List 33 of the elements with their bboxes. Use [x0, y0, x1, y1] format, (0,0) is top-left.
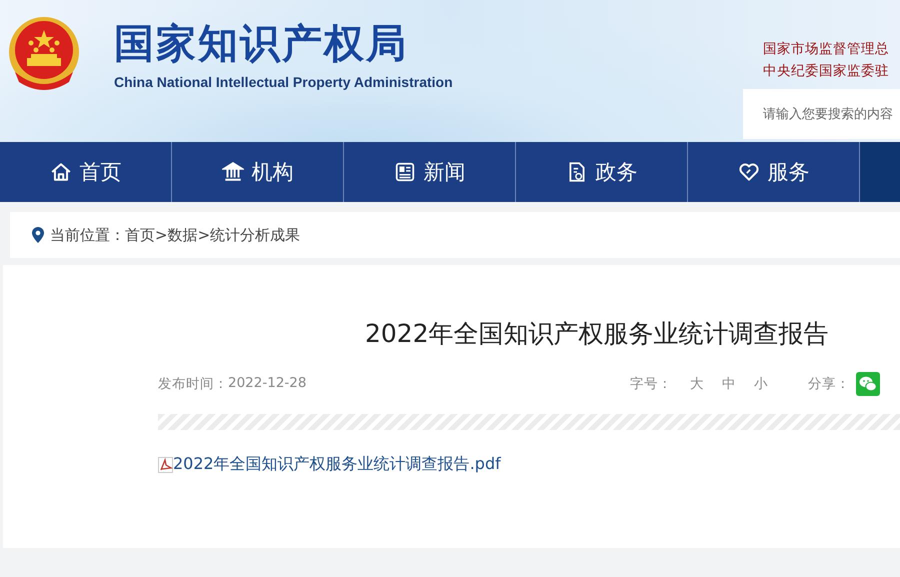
chat-bubbles-icon[interactable] — [856, 372, 880, 396]
nav-block — [860, 142, 900, 202]
font-size-label: 字号： — [630, 375, 672, 393]
font-size-option[interactable]: 中 — [722, 375, 736, 393]
font-size-option[interactable]: 小 — [754, 375, 768, 393]
article-title: 2022年全国知识产权服务业统计调查报告 — [365, 318, 830, 350]
breadcrumb-separator: > — [155, 226, 168, 244]
nav-item[interactable]: 新闻 — [344, 142, 516, 202]
location-pin-icon — [32, 227, 44, 243]
share-label: 分享： — [808, 375, 850, 393]
breadcrumb-label: 当前位置： — [50, 226, 125, 244]
nav-item[interactable]: 政务 — [516, 142, 688, 202]
nav-item[interactable]: 机构 — [172, 142, 344, 202]
nav-item[interactable]: 首页 — [0, 142, 172, 202]
publish-date: 2022-12-28 — [228, 375, 306, 393]
font-size-option[interactable]: 大 — [690, 375, 704, 393]
newspaper-icon — [394, 161, 416, 183]
header-link[interactable]: 中央纪委国家监委驻 — [743, 60, 889, 82]
breadcrumb-separator: > — [198, 226, 210, 244]
date-label: 发布时间： — [158, 375, 228, 393]
search-field[interactable]: 请输入您要搜索的内容 — [743, 89, 900, 139]
breadcrumb-link[interactable]: 首页 — [125, 226, 155, 244]
attachment-link[interactable]: 2022年全国知识产权服务业统计调查报告.pdf — [173, 454, 501, 475]
emblem-icon — [7, 16, 81, 92]
site-subtitle: China National Intellectual Property Administration — [114, 74, 453, 90]
breadcrumb-link[interactable]: 数据 — [168, 226, 198, 244]
heart-icon — [738, 161, 760, 183]
breadcrumb-link[interactable]: 统计分析成果 — [210, 226, 300, 244]
building-icon — [222, 161, 244, 183]
pdf-icon — [158, 456, 173, 472]
header-link[interactable]: 国家市场监督管理总 — [743, 38, 889, 60]
home-icon — [50, 161, 72, 183]
site-title: 国家知识产权局 — [114, 20, 409, 68]
